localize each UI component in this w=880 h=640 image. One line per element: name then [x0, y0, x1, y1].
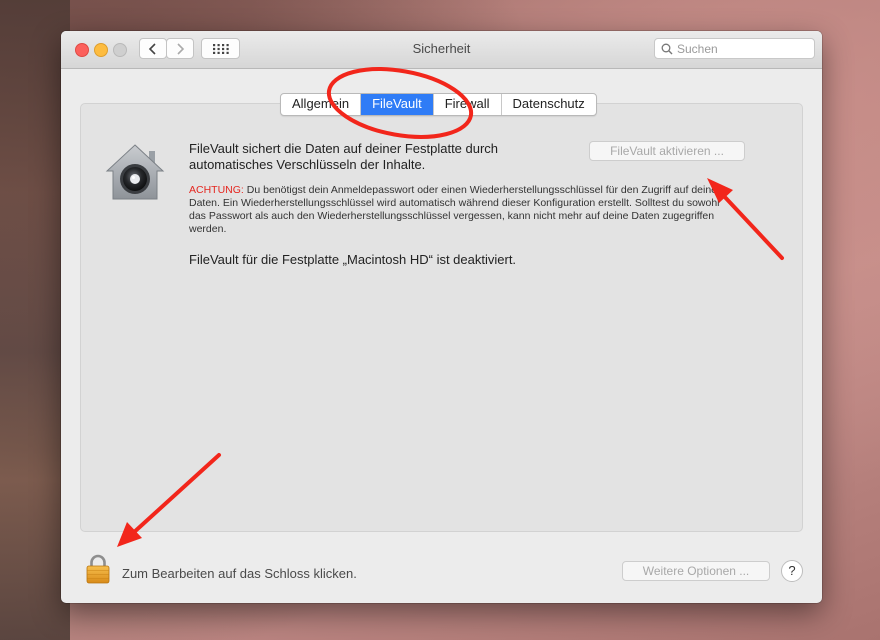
filevault-activate-button[interactable]: FileVault aktivieren ... — [589, 141, 745, 161]
tab-datenschutz[interactable]: Datenschutz — [502, 94, 596, 115]
help-button[interactable]: ? — [781, 560, 803, 582]
advanced-options-button[interactable]: Weitere Optionen ... — [622, 561, 770, 581]
search-field[interactable] — [654, 38, 815, 59]
tab-bar: Allgemein FileVault Firewall Datenschutz — [280, 93, 597, 116]
desktop-wallpaper — [0, 0, 70, 640]
search-input[interactable] — [677, 41, 797, 56]
lock-icon[interactable] — [85, 554, 111, 584]
filevault-house-icon — [105, 144, 165, 200]
warning-body: Du benötigst dein Anmeldepasswort oder e… — [189, 184, 720, 235]
titlebar: Sicherheit — [61, 31, 822, 69]
warning-prefix: ACHTUNG: — [189, 184, 244, 196]
filevault-description: FileVault sichert die Daten auf deiner F… — [189, 141, 499, 172]
tab-allgemein[interactable]: Allgemein — [281, 94, 362, 115]
preferences-window: Sicherheit Allgemein FileVault Firewall … — [61, 31, 822, 603]
warning-text: ACHTUNG: Du benötigst dein Anmeldepasswo… — [189, 184, 739, 236]
tab-filevault[interactable]: FileVault — [361, 94, 434, 115]
search-icon — [661, 43, 673, 54]
filevault-status: FileVault für die Festplatte „Macintosh … — [189, 252, 517, 267]
lock-hint: Zum Bearbeiten auf das Schloss klicken. — [122, 566, 357, 581]
tab-firewall[interactable]: Firewall — [434, 94, 502, 115]
